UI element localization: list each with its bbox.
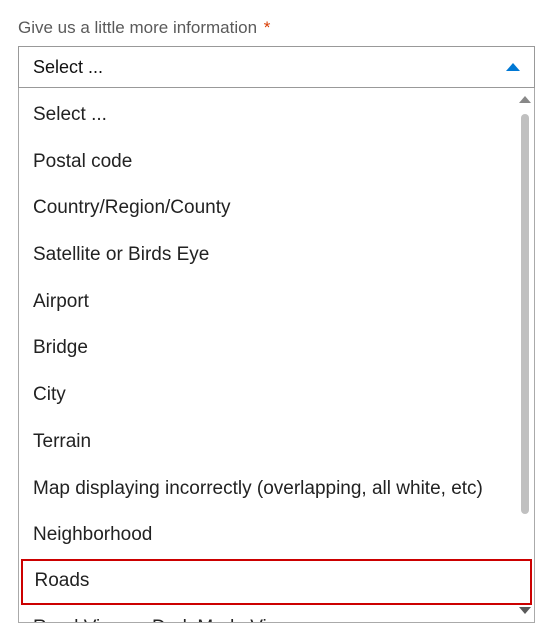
dropdown-option[interactable]: Road View or Dark Mode View — [19, 605, 534, 623]
dropdown-option[interactable]: Country/Region/County — [19, 185, 534, 232]
dropdown-option[interactable]: Satellite or Birds Eye — [19, 232, 534, 279]
scrollbar[interactable] — [519, 96, 531, 614]
dropdown-option[interactable]: Bridge — [19, 325, 534, 372]
dropdown-option[interactable]: Neighborhood — [19, 512, 534, 559]
dropdown-option[interactable]: Select ... — [19, 92, 534, 139]
select-container: Select ... Select ... Postal code Countr… — [18, 46, 535, 623]
required-asterisk: * — [264, 18, 271, 37]
dropdown-list: Select ... Postal code Country/Region/Co… — [19, 88, 534, 623]
dropdown-option[interactable]: Airport — [19, 279, 534, 326]
scrollbar-thumb[interactable] — [521, 114, 529, 514]
field-label: Give us a little more information * — [18, 18, 535, 38]
dropdown-panel: Select ... Postal code Country/Region/Co… — [18, 88, 535, 623]
scroll-down-icon[interactable] — [519, 607, 531, 614]
dropdown-option[interactable]: City — [19, 372, 534, 419]
field-label-text: Give us a little more information — [18, 18, 257, 37]
scroll-up-icon[interactable] — [519, 96, 531, 103]
dropdown-option[interactable]: Postal code — [19, 139, 534, 186]
dropdown-option[interactable]: Terrain — [19, 419, 534, 466]
caret-up-icon — [506, 63, 520, 71]
select-current-value: Select ... — [33, 57, 103, 78]
dropdown-option[interactable]: Map displaying incorrectly (overlapping,… — [19, 466, 534, 513]
dropdown-option-roads[interactable]: Roads — [21, 559, 532, 605]
select-box[interactable]: Select ... — [18, 46, 535, 88]
